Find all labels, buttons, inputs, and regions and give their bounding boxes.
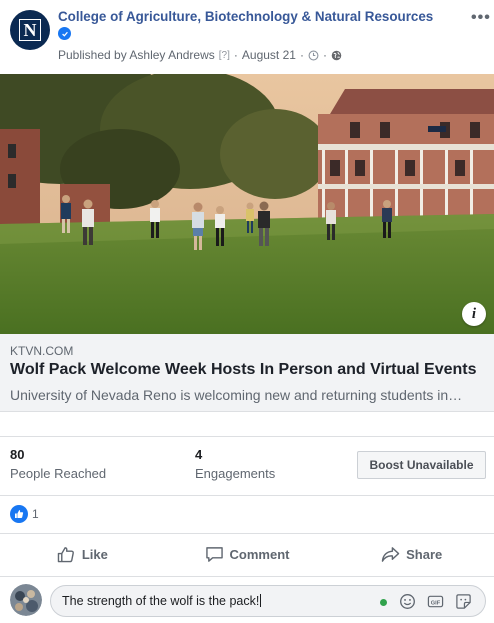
sticker-icon[interactable] (455, 593, 472, 610)
comment-label: Comment (229, 547, 290, 562)
post-actions: Like Comment Share (0, 533, 494, 575)
gif-icon[interactable]: GIF (427, 593, 444, 610)
thumbs-up-icon (57, 547, 74, 563)
university-logo: N (19, 19, 41, 41)
comment-input[interactable]: The strength of the wolf is the pack! GI… (50, 585, 486, 617)
campus-lawn-image (0, 74, 494, 334)
page-name[interactable]: College of Agriculture, Biotechnology & … (58, 9, 433, 24)
link-domain: KTVN.COM (10, 344, 74, 358)
schedule-icon (308, 50, 319, 60)
online-status-icon (380, 599, 387, 606)
post-photo[interactable]: i (0, 74, 494, 334)
comment-input-text: The strength of the wolf is the pack! (62, 594, 260, 608)
share-button[interactable]: Share (329, 534, 494, 575)
post-insights: 80 People Reached 4 Engagements Boost Un… (0, 436, 494, 486)
link-title[interactable]: Wolf Pack Welcome Week Hosts In Person a… (10, 361, 477, 379)
info-icon[interactable]: i (462, 302, 486, 326)
like-label: Like (81, 547, 108, 562)
link-preview[interactable]: KTVN.COM Wolf Pack Welcome Week Hosts In… (0, 334, 494, 412)
published-by[interactable]: Published by Ashley Andrews (58, 48, 215, 62)
post-header: N College of Agriculture, Biotechnology … (0, 0, 494, 74)
comment-button[interactable]: Comment (165, 534, 330, 575)
people-reached-count: 80 (10, 447, 25, 462)
help-marker[interactable]: [?] (219, 50, 230, 61)
people-reached-label: People Reached (10, 466, 107, 481)
engagements-label: Engagements (195, 466, 276, 481)
comment-composer: The strength of the wolf is the pack! GI… (0, 576, 494, 623)
verified-badge-icon (58, 27, 71, 40)
more-options-icon[interactable]: ••• (471, 9, 491, 27)
svg-text:GIF: GIF (431, 600, 441, 606)
globe-icon[interactable] (331, 50, 342, 61)
share-icon (381, 547, 400, 562)
share-label: Share (406, 547, 443, 562)
like-reaction-icon (10, 504, 28, 523)
post-date[interactable]: August 21 (242, 48, 296, 62)
page-avatar[interactable]: N (10, 10, 50, 50)
emoji-icon[interactable] (399, 593, 416, 610)
boost-button[interactable]: Boost Unavailable (357, 451, 486, 479)
like-button[interactable]: Like (0, 534, 165, 575)
comment-icon (205, 547, 223, 562)
reactions-summary[interactable]: 1 (0, 495, 494, 531)
reaction-count: 1 (32, 506, 39, 521)
link-description: University of Nevada Reno is welcoming n… (10, 387, 463, 403)
engagements-count: 4 (195, 447, 203, 462)
user-avatar[interactable] (10, 584, 42, 616)
post-meta: Published by Ashley Andrews [?] · August… (58, 48, 342, 62)
